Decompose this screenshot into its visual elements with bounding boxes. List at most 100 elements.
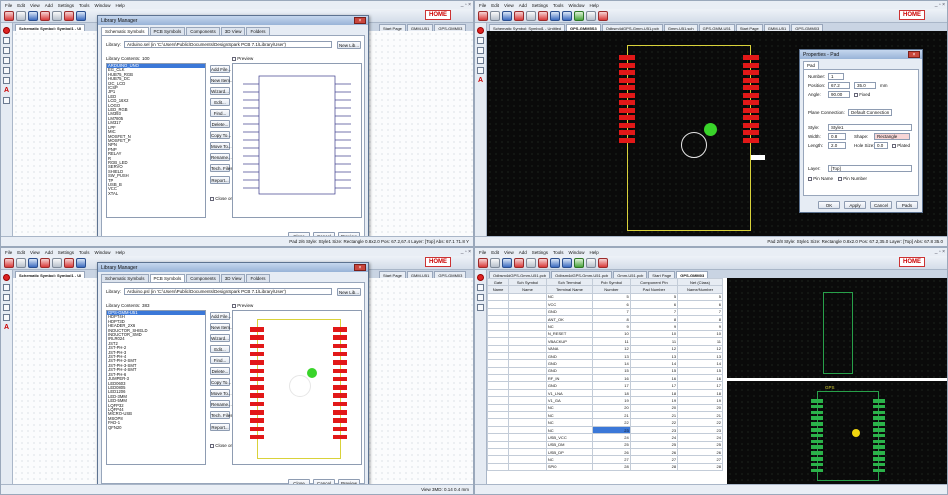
- tech-files-button[interactable]: Tech. Files...: [210, 164, 236, 172]
- record-icon[interactable]: [3, 27, 10, 34]
- pad[interactable]: [250, 360, 264, 365]
- pad[interactable]: [743, 62, 759, 68]
- menu-settings[interactable]: Settings: [532, 250, 548, 255]
- terminal-number-cell[interactable]: 15: [592, 366, 631, 376]
- plane-select[interactable]: Default Connection: [848, 109, 892, 116]
- component-pin-cell[interactable]: 13: [677, 351, 723, 361]
- menu-help[interactable]: Help: [590, 3, 599, 8]
- select-icon[interactable]: [3, 37, 10, 44]
- position-x-field[interactable]: 67.2: [828, 82, 850, 89]
- gate-cell[interactable]: [486, 344, 510, 353]
- pad[interactable]: [250, 426, 264, 432]
- menu-tools[interactable]: Tools: [79, 3, 90, 8]
- pin-name-checkbox[interactable]: Pin Name: [808, 176, 833, 181]
- terminal-number-cell[interactable]: 7: [592, 307, 631, 316]
- pad-number-cell[interactable]: 15: [629, 366, 679, 376]
- pad[interactable]: [333, 385, 347, 390]
- pad[interactable]: [250, 393, 264, 398]
- component-pin-cell[interactable]: 10: [677, 329, 723, 339]
- open-icon[interactable]: [490, 257, 500, 268]
- terminal-name-cell[interactable]: NC: [545, 455, 594, 464]
- gate-cell[interactable]: [486, 300, 510, 309]
- table-row[interactable]: USB_DP 26 26 26: [486, 447, 723, 457]
- home-button[interactable]: HOME: [899, 257, 925, 267]
- symbol-cell[interactable]: [508, 359, 547, 368]
- preview-checkbox[interactable]: Preview: [232, 56, 253, 61]
- save-icon[interactable]: [28, 10, 38, 21]
- terminal-number-cell[interactable]: 8: [592, 314, 631, 324]
- new-item-button[interactable]: New Item...: [210, 76, 234, 84]
- component-pin-cell[interactable]: 19: [677, 396, 723, 405]
- terminal-number-cell[interactable]: 11: [592, 337, 631, 346]
- wire-icon[interactable]: [3, 47, 10, 54]
- shape-select[interactable]: Rectangle: [874, 133, 910, 140]
- pad[interactable]: [333, 410, 347, 415]
- gate-cell[interactable]: [486, 307, 510, 316]
- table-row[interactable]: N_RESET 10 10 10: [486, 329, 723, 339]
- delete-button[interactable]: Delete...: [210, 120, 230, 128]
- component-icon[interactable]: [3, 57, 10, 64]
- home-button[interactable]: HOME: [899, 10, 925, 20]
- menu-view[interactable]: View: [504, 250, 514, 255]
- pad[interactable]: [333, 368, 347, 373]
- terminal-number-cell[interactable]: 26: [592, 447, 631, 457]
- window-controls[interactable]: _ ▫ ×: [461, 249, 471, 255]
- terminal-name-cell[interactable]: GND: [545, 366, 594, 376]
- pad-number-cell[interactable]: 9: [629, 322, 679, 331]
- open-icon[interactable]: [490, 10, 500, 21]
- tab-schematic-symbol[interactable]: Schematic Symbol: Symbol1 - Untitled: [489, 24, 566, 31]
- shape-icon[interactable]: [477, 67, 484, 74]
- pad[interactable]: [250, 401, 264, 407]
- pad[interactable]: [333, 401, 347, 407]
- tab-components[interactable]: Components: [186, 27, 220, 35]
- pad[interactable]: [333, 343, 347, 349]
- terminal-number-cell[interactable]: 25: [592, 440, 631, 450]
- symbol-cell[interactable]: [508, 307, 547, 316]
- tab-odbsm-pcb[interactable]: Odbsm4dGPS-Gmm-U51.pcb: [601, 24, 663, 31]
- menu-help[interactable]: Help: [590, 250, 599, 255]
- pad[interactable]: [619, 115, 635, 120]
- menu-add[interactable]: Add: [519, 3, 527, 8]
- terminal-name-cell[interactable]: USB_DP: [545, 447, 594, 457]
- terminal-name-cell[interactable]: NC: [545, 418, 594, 427]
- gate-cell[interactable]: [486, 351, 510, 361]
- gate-cell[interactable]: [486, 366, 510, 376]
- terminal-name-cell[interactable]: N_RESET: [545, 329, 594, 339]
- new-file-icon[interactable]: [4, 257, 14, 268]
- terminal-name-cell[interactable]: NC: [545, 403, 594, 413]
- menu-tools[interactable]: Tools: [553, 250, 564, 255]
- table-row[interactable]: USB_VCC 24 24 24: [486, 433, 723, 442]
- select-icon[interactable]: [477, 37, 484, 44]
- table-row[interactable]: NC 21 21 21: [486, 411, 723, 420]
- pad[interactable]: [250, 335, 264, 340]
- shape-icon[interactable]: [3, 314, 10, 321]
- gate-cell[interactable]: [486, 447, 510, 457]
- table-row[interactable]: GND 15 15 15: [486, 366, 723, 376]
- component-pin-cell[interactable]: 18: [677, 388, 723, 398]
- pad-number-cell[interactable]: 13: [629, 351, 679, 361]
- selected-pad[interactable]: [751, 155, 765, 160]
- table-row[interactable]: NC 5 5 5: [486, 292, 723, 302]
- symbol-cell[interactable]: [508, 337, 547, 346]
- pad-number-cell[interactable]: 26: [629, 447, 679, 457]
- pad[interactable]: [250, 434, 264, 440]
- open-icon[interactable]: [16, 10, 26, 21]
- table-row[interactable]: V1_GA 19 19 19: [486, 396, 723, 405]
- pad[interactable]: [333, 360, 347, 365]
- symbol-cell[interactable]: [508, 366, 547, 376]
- pad-number-cell[interactable]: 12: [629, 344, 679, 353]
- record-icon[interactable]: [477, 274, 484, 281]
- tab-gps-gmm03[interactable]: GPS-GMM03: [434, 271, 467, 278]
- window-controls[interactable]: _ ▫ ×: [935, 249, 945, 255]
- symbol-cell[interactable]: [508, 396, 547, 405]
- pin-number-checkbox[interactable]: Pin Number: [838, 176, 867, 181]
- tab-folders[interactable]: Folders: [246, 27, 270, 35]
- gate-cell[interactable]: [486, 359, 510, 368]
- gate-cell[interactable]: [486, 433, 510, 442]
- pad[interactable]: [811, 451, 823, 455]
- terminal-name-cell[interactable]: SPI0: [545, 462, 594, 472]
- terminal-number-cell[interactable]: 24: [592, 433, 631, 442]
- symbol-cell[interactable]: [508, 433, 547, 442]
- component-pin-cell[interactable]: 26: [677, 447, 723, 457]
- new-item-button[interactable]: New Item...: [210, 323, 234, 331]
